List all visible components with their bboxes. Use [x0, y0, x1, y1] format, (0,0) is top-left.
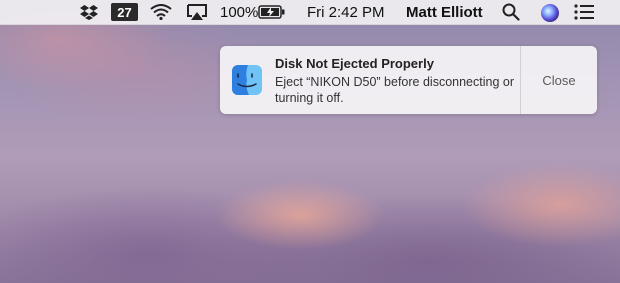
notification-center-icon[interactable] [574, 0, 594, 24]
calendar-day: 27 [117, 4, 132, 20]
spotlight-search-icon[interactable] [502, 0, 520, 24]
wifi-icon[interactable] [150, 0, 172, 24]
menu-clock[interactable]: Fri 2:42 PM [307, 0, 385, 24]
close-button[interactable]: Close [521, 46, 597, 114]
finder-icon [232, 65, 262, 95]
battery-percent[interactable]: 100% [220, 0, 258, 24]
battery-icon[interactable] [258, 0, 286, 24]
calendar-icon[interactable]: 27 [111, 3, 138, 21]
airplay-icon[interactable] [186, 0, 208, 24]
notification-banner[interactable]: Disk Not Ejected Properly Eject “NIKON D… [220, 46, 597, 114]
dropbox-icon[interactable] [80, 0, 98, 24]
siri-icon[interactable] [541, 4, 559, 22]
user-name[interactable]: Matt Elliott [406, 0, 483, 24]
notification-title: Disk Not Ejected Properly [275, 56, 434, 71]
menu-bar: 27 100% Fri 2:42 PM Matt Elliott [0, 0, 620, 25]
notification-body: Eject “NIKON D50” before disconnecting o… [275, 75, 514, 105]
